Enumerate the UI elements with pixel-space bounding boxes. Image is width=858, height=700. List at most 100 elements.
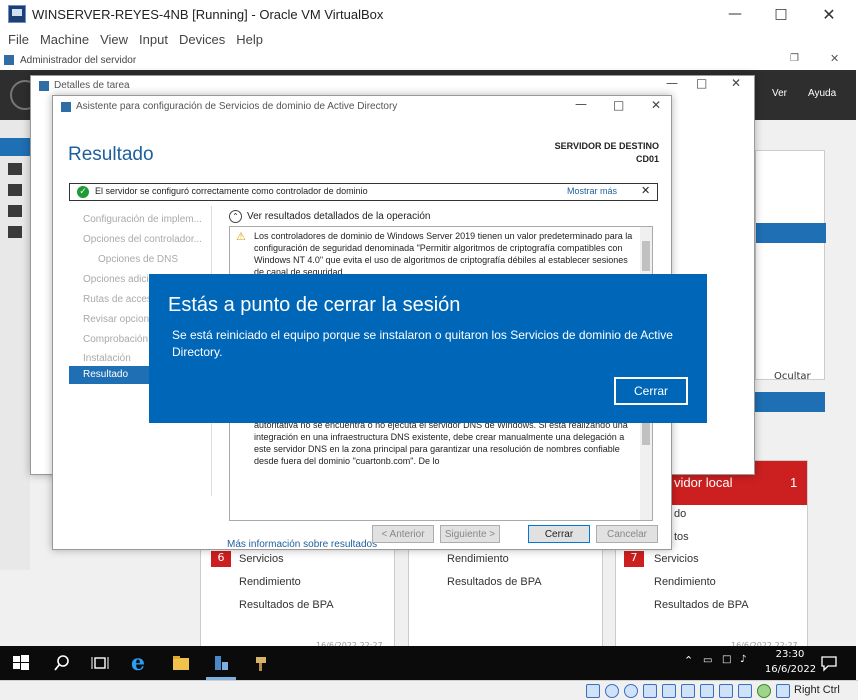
nav-item[interactable]: Opciones de DNS [98, 254, 178, 265]
tile-local-title: vidor local [674, 475, 733, 490]
show-more-link[interactable]: Mostrar más [567, 186, 617, 196]
close-wizard-button[interactable]: Cerrar [528, 525, 590, 543]
menu-ayuda[interactable]: Ayuda [808, 88, 836, 99]
tile-c-badge: 7 [624, 551, 644, 567]
start-icon[interactable] [12, 654, 30, 672]
server-manager-titlebar: Administrador del servidor ❐ ✕ [0, 50, 856, 70]
vbox-menubar: File Machine View Input Devices Help [0, 28, 858, 50]
vbox-titlebar: WINSERVER-REYES-4NB [Running] - Oracle V… [0, 0, 858, 28]
maximize-icon[interactable]: □ [613, 98, 624, 112]
tile-c-row[interactable]: Resultados de BPA [654, 599, 749, 611]
hide-link[interactable]: Ocultar [774, 371, 811, 382]
dismiss-icon[interactable]: ✕ [641, 184, 650, 197]
nav-item[interactable]: Instalación [83, 353, 131, 364]
selected-row [756, 223, 826, 243]
task-details-title: Detalles de tarea [54, 80, 130, 91]
clock-date[interactable]: 16/6/2022 [763, 664, 818, 675]
cancel-button[interactable]: Cancelar [596, 525, 658, 543]
tile-local-row[interactable]: tos [674, 531, 689, 543]
search-icon[interactable] [53, 654, 71, 672]
scrollbar-thumb[interactable] [642, 241, 650, 271]
hard-disk-icon[interactable] [586, 684, 600, 698]
mouse-integration-icon[interactable] [757, 684, 771, 698]
vm-screen[interactable]: Administrador del servidor ❐ ✕ Ver Ayuda… [0, 50, 856, 680]
sidebar-adds-icon[interactable] [8, 205, 22, 217]
usb-icon[interactable] [662, 684, 676, 698]
server-manager-taskbar-icon[interactable] [212, 654, 230, 672]
close-icon[interactable]: ✕ [830, 52, 839, 65]
dashboard-right-panel: Ocultar [755, 150, 826, 382]
optical-drive-icon[interactable] [605, 684, 619, 698]
volume-icon[interactable]: ♪ [740, 654, 746, 665]
prev-button[interactable]: < Anterior [372, 525, 434, 543]
nav-item[interactable]: Opciones del controlador... [83, 234, 202, 245]
menu-help[interactable]: Help [236, 32, 263, 47]
signout-title: Estás a punto de cerrar la sesión [168, 294, 461, 316]
shared-folders-icon[interactable] [681, 684, 695, 698]
tile-a-row[interactable]: Servicios [239, 553, 284, 565]
scrollbar-thumb-2[interactable] [642, 423, 650, 445]
display-icon[interactable] [700, 684, 714, 698]
nav-item[interactable]: Configuración de implem... [83, 214, 202, 225]
close-icon[interactable]: ✕ [651, 98, 661, 112]
tile-b-row[interactable]: Rendimiento [447, 553, 509, 565]
signout-message: Se está reiniciado el equipo porque se i… [172, 328, 673, 359]
menu-ver[interactable]: Ver [772, 88, 787, 99]
notifications-icon[interactable] [820, 654, 838, 672]
page-title: Resultado [68, 144, 154, 165]
recording-icon[interactable] [719, 684, 733, 698]
menu-file[interactable]: File [8, 32, 29, 47]
close-button[interactable]: ✕ [806, 0, 852, 28]
menu-view[interactable]: View [100, 32, 128, 47]
tile-a-row[interactable]: Resultados de BPA [239, 599, 334, 611]
minimize-button[interactable]: — [712, 0, 758, 28]
menu-input[interactable]: Input [139, 32, 168, 47]
file-explorer-icon[interactable] [172, 654, 190, 672]
battery-icon[interactable]: ▭ [703, 655, 712, 666]
task-view-icon[interactable] [91, 654, 109, 672]
minimize-icon[interactable]: — [575, 97, 587, 111]
host-key-label: Right Ctrl [794, 684, 840, 696]
maximize-icon[interactable]: □ [696, 76, 707, 90]
tile-c-row[interactable]: Rendimiento [654, 576, 716, 588]
tile-local-count: 1 [790, 475, 798, 490]
cpu-icon[interactable] [738, 684, 752, 698]
tools-icon[interactable] [253, 654, 271, 672]
restore-icon[interactable]: ❐ [790, 53, 799, 64]
dest-server-label: SERVIDOR DE DESTINO [554, 141, 659, 151]
maximize-button[interactable]: □ [758, 0, 804, 28]
sidebar-file-services-icon[interactable] [8, 226, 22, 238]
tile-local-row[interactable]: do [674, 508, 686, 520]
sidebar-dashboard-icon[interactable] [0, 138, 30, 156]
tile-a-badge: 6 [211, 551, 231, 567]
audio-icon[interactable] [624, 684, 638, 698]
details-toggle[interactable]: Ver resultados detallados de la operació… [247, 211, 430, 222]
success-check-icon: ✓ [77, 186, 89, 198]
task-details-icon [39, 81, 49, 91]
clock-time[interactable]: 23:30 [770, 649, 810, 660]
tile-b-row[interactable]: Resultados de BPA [447, 576, 542, 588]
window-title: WINSERVER-REYES-4NB [Running] - Oracle V… [32, 6, 384, 22]
minimize-icon[interactable]: — [666, 76, 678, 90]
close-icon[interactable]: ✕ [731, 76, 741, 90]
sidebar-all-servers-icon[interactable] [8, 184, 22, 196]
tile-c-row[interactable]: Servicios [654, 553, 699, 565]
signout-close-button[interactable]: Cerrar [613, 376, 689, 406]
tile-a-row[interactable]: Rendimiento [239, 576, 301, 588]
taskbar: e ⌃ ▭ □ ♪ 23:30 16/6/2022 [0, 646, 856, 680]
nav-item[interactable]: Rutas de acceso [83, 294, 158, 305]
collapse-icon[interactable]: ⌃ [229, 210, 242, 223]
next-button[interactable]: Siguiente > [440, 525, 500, 543]
wizard-buttons: < Anterior Siguiente > Cerrar Cancelar [52, 517, 672, 547]
network-icon[interactable]: □ [722, 654, 731, 665]
network-adapter-icon[interactable] [643, 684, 657, 698]
sidebar-local-server-icon[interactable] [8, 163, 22, 175]
menu-machine[interactable]: Machine [40, 32, 89, 47]
dest-server-value: CD01 [635, 154, 659, 164]
tray-chevron-icon[interactable]: ⌃ [684, 654, 693, 667]
menu-devices[interactable]: Devices [179, 32, 225, 47]
wizard-title: Asistente para configuración de Servicio… [76, 101, 398, 112]
success-banner: ✓ El servidor se configuró correctamente… [69, 183, 658, 201]
keyboard-capture-icon[interactable] [776, 684, 790, 698]
internet-explorer-icon[interactable]: e [131, 652, 149, 674]
